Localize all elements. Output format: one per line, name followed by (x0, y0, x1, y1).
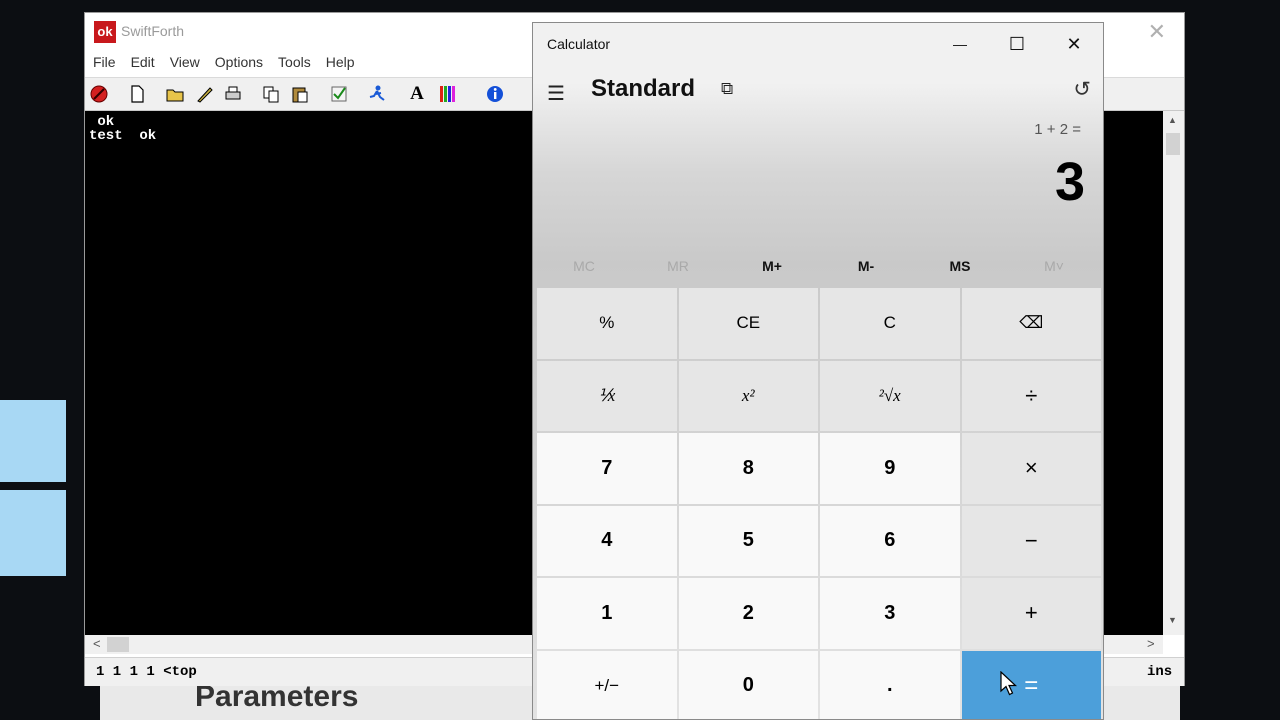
vertical-scrollbar[interactable]: ▲ ▼ (1163, 111, 1184, 635)
swiftforth-logo-icon: ok (94, 21, 116, 43)
swiftforth-title: SwiftForth (121, 23, 185, 39)
subtract-button[interactable]: − (961, 505, 1101, 576)
multiply-button[interactable]: × (961, 433, 1101, 504)
hscroll-thumb[interactable] (107, 637, 129, 652)
edit-pencil-icon[interactable] (195, 84, 215, 104)
colors-icon[interactable] (437, 84, 457, 104)
reciprocal-button[interactable]: ⅟x (537, 360, 677, 431)
digit-3-button[interactable]: 3 (820, 578, 960, 649)
memory-subtract-button[interactable]: M- (819, 253, 913, 279)
close-button[interactable]: ✕ (1051, 31, 1097, 59)
equals-button[interactable]: = (961, 650, 1101, 719)
calculator-mode-title: Standard (591, 75, 696, 102)
clear-entry-button[interactable]: CE (678, 288, 818, 359)
windows-logo-lower (0, 490, 66, 576)
scroll-down-arrow-icon[interactable]: ▼ (1168, 615, 1177, 625)
add-button[interactable]: + (961, 578, 1101, 649)
digit-7-button[interactable]: 7 (537, 433, 677, 504)
menu-help[interactable]: Help (318, 51, 362, 75)
decimal-button[interactable]: . (820, 650, 960, 719)
memory-store-button[interactable]: MS (913, 253, 1007, 279)
history-icon[interactable]: ↺ (1073, 77, 1091, 102)
info-icon[interactable] (485, 84, 505, 104)
copy-icon[interactable] (261, 84, 281, 104)
digit-1-button[interactable]: 1 (537, 578, 677, 649)
windows-logo (0, 400, 66, 482)
keep-on-top-icon[interactable]: ⧉ (721, 79, 733, 99)
memory-recall-button[interactable]: MR (631, 253, 725, 279)
mouse-cursor-icon (999, 670, 1017, 695)
menu-options[interactable]: Options (207, 51, 270, 75)
font-icon[interactable]: A (407, 84, 427, 104)
digit-4-button[interactable]: 4 (537, 505, 677, 576)
clear-button[interactable]: C (820, 288, 960, 359)
swiftforth-close-button[interactable]: ✕ (1148, 19, 1166, 45)
digit-9-button[interactable]: 9 (820, 433, 960, 504)
digit-5-button[interactable]: 5 (678, 505, 818, 576)
run-icon[interactable] (367, 84, 387, 104)
memory-row: MC MR M+ M- MS M˅ (537, 253, 1101, 279)
scroll-left-arrow-icon[interactable]: < (93, 636, 101, 651)
scroll-up-arrow-icon[interactable]: ▲ (1168, 115, 1177, 125)
check-icon[interactable] (329, 84, 349, 104)
paste-icon[interactable] (290, 84, 310, 104)
new-file-icon[interactable] (127, 84, 147, 104)
percent-button[interactable]: % (537, 288, 677, 359)
square-button[interactable]: x² (678, 360, 818, 431)
scroll-thumb[interactable] (1166, 133, 1180, 155)
insert-mode-status: ins (1147, 664, 1173, 680)
calculator-title: Calculator (547, 36, 611, 52)
calculator-nav: ☰ Standard ⧉ ↺ (533, 71, 1103, 111)
equals-label: = (1024, 671, 1039, 699)
menu-file[interactable]: File (85, 51, 123, 75)
menu-edit[interactable]: Edit (123, 51, 162, 75)
scroll-right-arrow-icon[interactable]: > (1147, 636, 1155, 651)
expression-display: 1 + 2 = (1034, 121, 1081, 138)
square-root-button[interactable]: ²√x (820, 360, 960, 431)
memory-add-button[interactable]: M+ (725, 253, 819, 279)
negate-button[interactable]: +/− (537, 650, 677, 719)
menu-tools[interactable]: Tools (270, 51, 318, 75)
open-folder-icon[interactable] (165, 84, 185, 104)
maximize-button[interactable]: ☐ (994, 31, 1040, 59)
backspace-button[interactable]: ⌫ (961, 288, 1101, 359)
hamburger-menu-icon[interactable]: ☰ (547, 81, 565, 106)
digit-2-button[interactable]: 2 (678, 578, 818, 649)
digit-6-button[interactable]: 6 (820, 505, 960, 576)
print-icon[interactable] (223, 84, 243, 104)
memory-list-button[interactable]: M˅ (1007, 253, 1101, 279)
menu-view[interactable]: View (162, 51, 207, 75)
minimize-button[interactable]: — (937, 31, 983, 59)
result-display: 3 (1054, 152, 1085, 212)
memory-clear-button[interactable]: MC (537, 253, 631, 279)
calculator-keypad: % CE C ⌫ ⅟x x² ²√x ÷ 7 8 9 × 4 5 6 − 1 2… (537, 288, 1101, 719)
digit-0-button[interactable]: 0 (678, 650, 818, 719)
stack-status: 1 1 1 1 <top (96, 664, 197, 680)
stop-icon[interactable] (89, 84, 109, 104)
calculator-window: Calculator — ☐ ✕ ☰ Standard ⧉ ↺ 1 + 2 = … (532, 22, 1104, 720)
digit-8-button[interactable]: 8 (678, 433, 818, 504)
divide-button[interactable]: ÷ (961, 360, 1101, 431)
